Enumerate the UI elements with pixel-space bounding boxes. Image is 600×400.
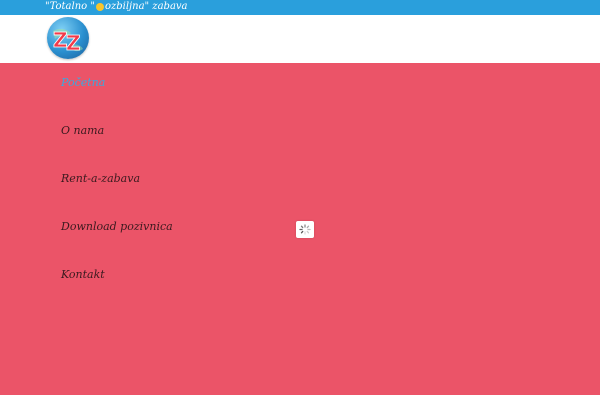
tagline-part-2: ozbiljna" zabava (104, 1, 188, 12)
bottom-strip (0, 395, 600, 400)
tagline-part-1: "Totalno " (45, 1, 95, 12)
top-bar: "Totalno " ozbiljna" zabava (0, 0, 600, 15)
site-header (0, 15, 600, 63)
svg-text:Z: Z (66, 31, 81, 55)
zz-globe-logo-icon: Z Z (53, 28, 83, 55)
loading-indicator (296, 221, 314, 238)
nav-item-rent-a-zabava[interactable]: Rent-a-zabava (61, 172, 140, 185)
site-logo[interactable]: Z Z (47, 17, 89, 59)
nav-item-pocetna[interactable]: Početna (61, 76, 105, 89)
sun-icon (95, 2, 104, 11)
nav-item-o-nama[interactable]: O nama (61, 124, 104, 137)
spinner-icon (299, 224, 311, 235)
site-tagline: "Totalno " ozbiljna" zabava (45, 0, 188, 15)
nav-item-download-pozivnica[interactable]: Download pozivnica (61, 220, 173, 233)
nav-item-kontakt[interactable]: Kontakt (61, 268, 105, 281)
